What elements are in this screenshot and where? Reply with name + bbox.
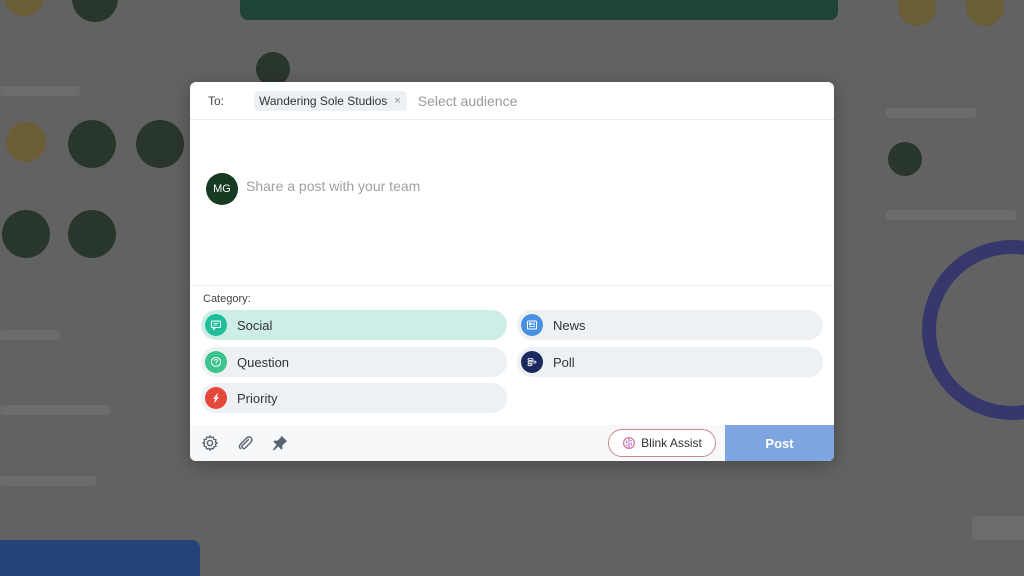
create-post-modal: To: Wandering Sole Studios × MG Category… (190, 82, 834, 461)
category-question[interactable]: Question (201, 347, 507, 377)
blink-assist-label: Blink Assist (641, 436, 702, 450)
category-label-priority: Priority (237, 390, 278, 406)
question-circle-icon (205, 351, 227, 373)
category-priority[interactable]: Priority (201, 383, 507, 413)
compose-area: MG (190, 120, 834, 286)
category-label-question: Question (237, 354, 290, 370)
category-label: Category: (203, 293, 251, 305)
category-poll[interactable]: Poll (517, 347, 823, 377)
chat-bubble-icon (205, 314, 227, 336)
paperclip-attach-icon[interactable] (235, 433, 255, 453)
category-social[interactable]: Social (201, 310, 507, 340)
category-label-social: Social (237, 317, 273, 333)
pin-icon[interactable] (270, 433, 290, 453)
category-label-news: News (553, 317, 586, 333)
newspaper-icon (521, 314, 543, 336)
poll-bars-icon (521, 351, 543, 373)
remove-recipient-icon[interactable]: × (394, 95, 400, 107)
lightning-icon (205, 387, 227, 409)
to-label: To: (208, 93, 225, 108)
category-label-poll: Poll (553, 354, 575, 370)
brain-icon (623, 436, 636, 450)
composer-footer: Blink Assist Post (190, 425, 834, 461)
blink-assist-button[interactable]: Blink Assist (608, 429, 716, 457)
audience-row: To: Wandering Sole Studios × (190, 82, 834, 120)
post-body-input[interactable] (246, 178, 806, 278)
post-button[interactable]: Post (725, 425, 834, 461)
audience-input[interactable] (417, 92, 638, 109)
recipient-chip: Wandering Sole Studios × (254, 90, 407, 111)
recipient-chip-label: Wandering Sole Studios (259, 93, 388, 108)
settings-gear-icon[interactable] (200, 433, 220, 453)
avatar: MG (206, 173, 238, 205)
category-news[interactable]: News (517, 310, 823, 340)
